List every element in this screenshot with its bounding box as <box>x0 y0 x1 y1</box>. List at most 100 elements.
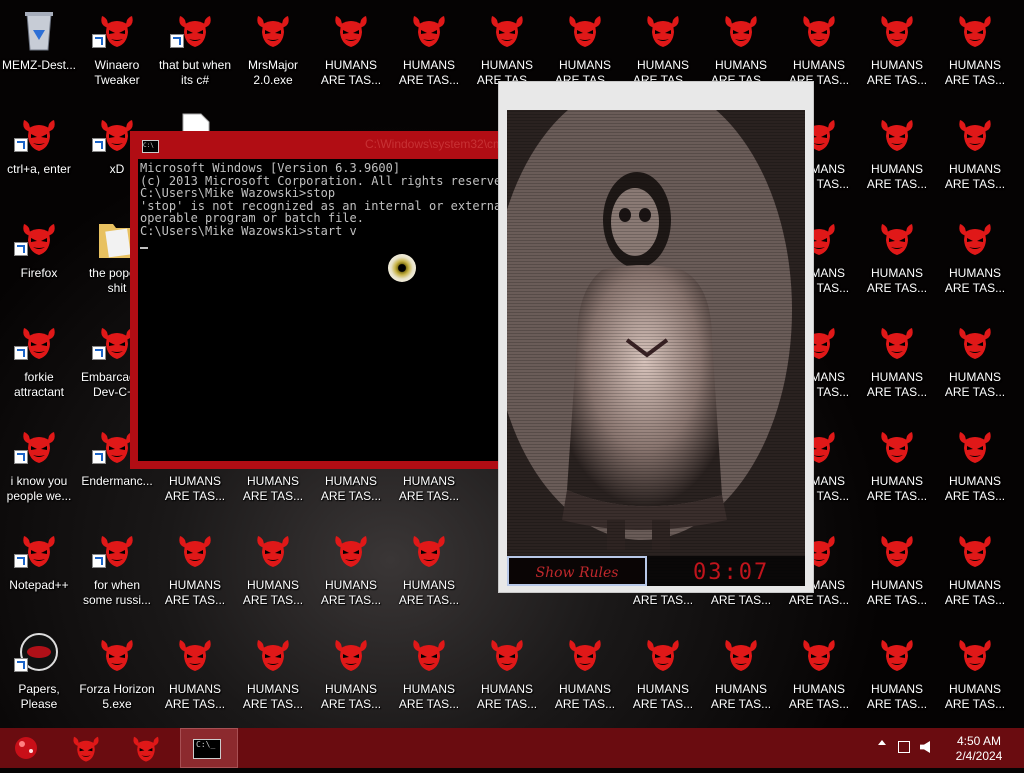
console-app-icon: C:\ <box>142 140 159 153</box>
desktop-icon[interactable]: HUMANS ARE TAS... <box>468 624 546 728</box>
devil-icon <box>955 630 995 678</box>
shortcut-arrow-icon <box>92 138 106 152</box>
devil-icon <box>955 214 995 262</box>
shortcut-arrow-icon <box>14 242 28 256</box>
system-tray: 4:50 AM 2/4/2024 <box>854 728 1014 768</box>
desktop-icon[interactable]: HUMANS ARE TAS... <box>156 520 234 624</box>
desktop-icon[interactable]: HUMANS ARE TAS... <box>858 312 936 416</box>
desktop-icon[interactable]: HUMANS ARE TAS... <box>156 624 234 728</box>
desktop-icon[interactable]: ctrl+a, enter <box>0 104 78 208</box>
desktop-icon[interactable]: HUMANS ARE TAS... <box>858 624 936 728</box>
desktop-icon-label: HUMANS ARE TAS... <box>164 578 226 607</box>
desktop-icon-label: HUMANS ARE TAS... <box>398 682 460 711</box>
desktop-icon[interactable]: HUMANS ARE TAS... <box>936 416 1014 520</box>
desktop-icon[interactable]: HUMANS ARE TAS... <box>936 208 1014 312</box>
devil-icon <box>175 630 215 678</box>
desktop-icon-label: Winaero Tweaker <box>94 58 140 87</box>
taskbar-console[interactable]: C:\_ <box>180 728 238 768</box>
desktop-icon[interactable]: HUMANS ARE TAS... <box>312 520 390 624</box>
shortcut-arrow-icon <box>170 34 184 48</box>
desktop-icon[interactable]: HUMANS ARE TAS... <box>936 312 1014 416</box>
desktop-icon[interactable]: HUMANS ARE TAS... <box>936 104 1014 208</box>
volume-muted-icon[interactable] <box>920 741 930 753</box>
desktop-icon[interactable]: Firefox <box>0 208 78 312</box>
show-rules-button[interactable]: Show Rules <box>507 556 647 586</box>
devil-icon <box>721 630 761 678</box>
network-icon[interactable] <box>898 741 910 753</box>
desktop-icon[interactable]: that but when its c# <box>156 0 234 104</box>
recycle-bin-icon <box>19 6 59 54</box>
devil-icon <box>877 526 917 574</box>
desktop-icon-label: HUMANS ARE TAS... <box>944 474 1006 503</box>
desktop-icon[interactable]: Notepad++ <box>0 520 78 624</box>
console-window[interactable]: C:\ C:\Windows\system32\cmd.exe Microsof… <box>130 131 530 469</box>
desktop-icon-label: HUMANS ARE TAS... <box>944 58 1006 87</box>
desktop-icon[interactable]: for when some russi... <box>78 520 156 624</box>
desktop-icon-label: HUMANS ARE TAS... <box>866 474 928 503</box>
devil-icon <box>409 526 449 574</box>
desktop-icon-label: HUMANS ARE TAS... <box>476 682 538 711</box>
start-orb-icon <box>15 737 37 759</box>
console-cursor <box>140 237 148 249</box>
console-output[interactable]: Microsoft Windows [Version 6.3.9600] (c) … <box>138 159 530 461</box>
desktop-icon-label: HUMANS ARE TAS... <box>242 578 304 607</box>
desktop-icon-label: i know you people we... <box>6 474 72 503</box>
devil-icon <box>955 6 995 54</box>
devil-icon <box>175 526 215 574</box>
devil-icon <box>955 318 995 366</box>
desktop-icon[interactable]: HUMANS ARE TAS... <box>312 624 390 728</box>
desktop-icon-label: forkie attractant <box>13 370 65 399</box>
devil-icon <box>331 630 371 678</box>
desktop-icon[interactable]: HUMANS ARE TAS... <box>546 624 624 728</box>
shortcut-arrow-icon <box>92 450 106 464</box>
desktop-icon[interactable]: HUMANS ARE TAS... <box>312 0 390 104</box>
desktop-icon[interactable]: forkie attractant <box>0 312 78 416</box>
devil-icon <box>130 732 162 764</box>
taskbar-pin-devil-2[interactable] <box>120 728 172 768</box>
desktop-icon-label: HUMANS ARE TAS... <box>866 682 928 711</box>
devil-icon <box>70 732 102 764</box>
desktop-icon[interactable]: MEMZ-Dest... <box>0 0 78 104</box>
desktop-icon[interactable]: HUMANS ARE TAS... <box>390 520 468 624</box>
desktop-icon[interactable]: HUMANS ARE TAS... <box>936 624 1014 728</box>
desktop-icon[interactable]: HUMANS ARE TAS... <box>858 520 936 624</box>
desktop-icon[interactable]: HUMANS ARE TAS... <box>780 624 858 728</box>
shortcut-arrow-icon <box>14 658 28 672</box>
taskbar-pin-devil-1[interactable] <box>60 728 112 768</box>
desktop-icon-label: Papers, Please <box>18 682 60 711</box>
shortcut-arrow-icon <box>92 34 106 48</box>
desktop-icon[interactable]: MrsMajor 2.0.exe <box>234 0 312 104</box>
devil-icon <box>97 630 137 678</box>
start-button[interactable] <box>0 728 52 768</box>
desktop-icon[interactable]: HUMANS ARE TAS... <box>234 624 312 728</box>
shortcut-arrow-icon <box>92 346 106 360</box>
desktop-icon[interactable]: Papers, Please <box>0 624 78 728</box>
desktop-icon[interactable]: HUMANS ARE TAS... <box>702 624 780 728</box>
devil-icon <box>877 630 917 678</box>
desktop-icon[interactable]: HUMANS ARE TAS... <box>390 624 468 728</box>
desktop-icon[interactable]: HUMANS ARE TAS... <box>858 104 936 208</box>
desktop-icon[interactable]: HUMANS ARE TAS... <box>390 0 468 104</box>
countdown-timer: 03:07 <box>693 560 770 585</box>
show-hidden-icons-icon[interactable] <box>878 740 886 745</box>
desktop-icon[interactable]: HUMANS ARE TAS... <box>234 520 312 624</box>
clock[interactable]: 4:50 AM 2/4/2024 <box>944 734 1014 764</box>
console-line: C:\Users\Mike Wazowski>start v <box>140 223 357 238</box>
desktop-icon[interactable]: Forza Horizon 5.exe <box>78 624 156 728</box>
desktop-icon[interactable]: HUMANS ARE TAS... <box>858 416 936 520</box>
desktop-icon[interactable]: HUMANS ARE TAS... <box>858 0 936 104</box>
desktop-icon[interactable]: Winaero Tweaker <box>78 0 156 104</box>
devil-icon <box>799 630 839 678</box>
devil-icon <box>409 630 449 678</box>
devil-icon <box>565 6 605 54</box>
desktop-icon-label: HUMANS ARE TAS... <box>710 682 772 711</box>
desktop-icon[interactable]: HUMANS ARE TAS... <box>858 208 936 312</box>
devil-icon <box>877 422 917 470</box>
picture-window[interactable]: Show Rules 03:07 <box>498 81 814 593</box>
desktop-icon[interactable]: i know you people we... <box>0 416 78 520</box>
desktop-icon[interactable]: HUMANS ARE TAS... <box>936 0 1014 104</box>
desktop-icon[interactable]: HUMANS ARE TAS... <box>624 624 702 728</box>
desktop-icon[interactable]: HUMANS ARE TAS... <box>936 520 1014 624</box>
desktop-icon-label: for when some russi... <box>82 578 151 607</box>
console-titlebar[interactable]: C:\ C:\Windows\system32\cmd.exe <box>130 131 530 155</box>
